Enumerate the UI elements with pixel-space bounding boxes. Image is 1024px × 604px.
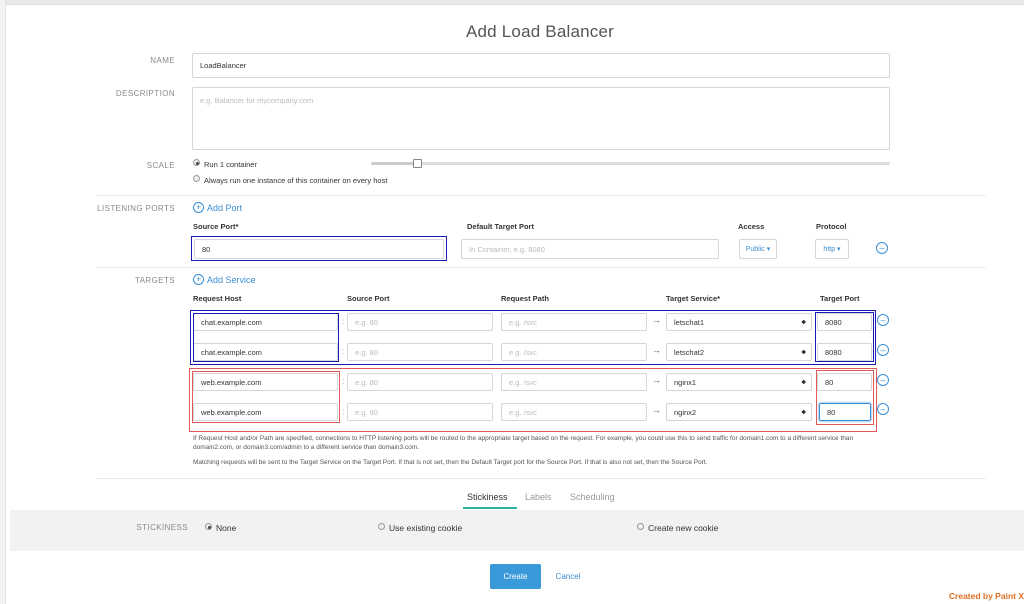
highlight-box-red xyxy=(816,370,874,425)
highlight-box-red xyxy=(192,371,340,423)
description-label: DESCRIPTION xyxy=(115,89,175,98)
remove-target-icon[interactable]: – xyxy=(877,344,889,356)
default-target-port-input[interactable]: In Container, e.g. 8080 xyxy=(461,239,719,259)
stickiness-label: STICKINESS xyxy=(136,523,188,532)
stickiness-new-label: Create new cookie xyxy=(648,523,719,533)
plus-circle-icon: + xyxy=(193,274,204,285)
col-target-service: Target Service* xyxy=(666,294,721,303)
name-label: NAME xyxy=(150,56,175,65)
scale-every-host-label: Always run one instance of this containe… xyxy=(204,176,388,185)
stickiness-none-label: None xyxy=(216,523,237,533)
scale-slider-fill xyxy=(371,162,417,165)
targets-help-text: If Request Host and/or Path are specifie… xyxy=(193,435,854,451)
highlight-box-blue xyxy=(191,236,447,261)
stickiness-existing-label: Use existing cookie xyxy=(389,523,463,533)
remove-target-icon[interactable]: – xyxy=(877,403,889,415)
scale-label: SCALE xyxy=(146,161,175,170)
tab-scheduling[interactable]: Scheduling xyxy=(570,492,615,502)
caret-down-icon: ▾ xyxy=(835,246,841,253)
plus-circle-icon: + xyxy=(193,202,204,213)
scale-run-one-label: Run 1 container xyxy=(204,160,257,169)
tab-labels[interactable]: Labels xyxy=(525,492,552,502)
highlight-box-blue xyxy=(815,312,874,362)
scale-run-one-radio[interactable] xyxy=(193,159,200,166)
col-protocol: Protocol xyxy=(816,222,847,231)
col-source-port: Source Port* xyxy=(193,222,239,231)
listening-ports-label: LISTENING PORTS xyxy=(97,204,175,213)
col-default-target-port: Default Target Port xyxy=(467,222,534,231)
left-bar xyxy=(0,0,6,604)
divider xyxy=(96,478,986,479)
targets-label: TARGETS xyxy=(135,276,175,285)
tab-stickiness[interactable]: Stickiness xyxy=(467,492,508,502)
highlight-box-blue xyxy=(193,313,339,362)
add-service-label: Add Service xyxy=(207,274,256,285)
targets-help-text-2: Matching requests will be sent to the Ta… xyxy=(193,459,708,466)
protocol-dropdown[interactable]: http ▾ xyxy=(815,239,849,259)
watermark-text: Created by Paint X xyxy=(948,591,1024,601)
col-target-port: Target Port xyxy=(820,294,860,303)
col-source-port: Source Port xyxy=(347,294,390,303)
add-load-balancer-page: Add Load Balancer NAME LoadBalancer DESC… xyxy=(0,0,1024,604)
divider xyxy=(96,267,986,268)
scale-every-host-radio[interactable] xyxy=(193,175,200,182)
scale-slider-track[interactable] xyxy=(371,162,890,165)
add-port-button[interactable]: + Add Port xyxy=(193,202,242,213)
col-access: Access xyxy=(738,222,765,231)
col-request-path: Request Path xyxy=(501,294,549,303)
add-service-button[interactable]: + Add Service xyxy=(193,274,256,285)
page-title: Add Load Balancer xyxy=(465,22,614,41)
col-request-host: Request Host xyxy=(193,294,242,303)
remove-target-icon[interactable]: – xyxy=(877,314,889,326)
create-button[interactable]: Create xyxy=(490,564,541,589)
scale-slider-handle[interactable] xyxy=(413,159,422,168)
stickiness-none-radio[interactable] xyxy=(205,523,212,530)
protocol-value: http xyxy=(823,245,836,253)
stickiness-existing-radio[interactable] xyxy=(378,523,385,530)
add-port-label: Add Port xyxy=(207,202,243,213)
caret-down-icon: ▾ xyxy=(764,246,771,253)
description-textarea[interactable]: e.g. Balancer for mycompany.com xyxy=(192,87,890,150)
access-value: Public xyxy=(745,245,765,253)
divider xyxy=(96,195,986,196)
access-dropdown[interactable]: Public ▾ xyxy=(739,239,777,259)
top-bar xyxy=(0,0,1024,5)
stickiness-new-radio[interactable] xyxy=(637,523,644,530)
cancel-button[interactable]: Cancel xyxy=(549,564,587,589)
name-input[interactable]: LoadBalancer xyxy=(192,53,890,78)
remove-target-icon[interactable]: – xyxy=(877,374,889,386)
remove-port-icon[interactable]: – xyxy=(876,242,888,254)
active-tab-indicator xyxy=(463,507,517,509)
